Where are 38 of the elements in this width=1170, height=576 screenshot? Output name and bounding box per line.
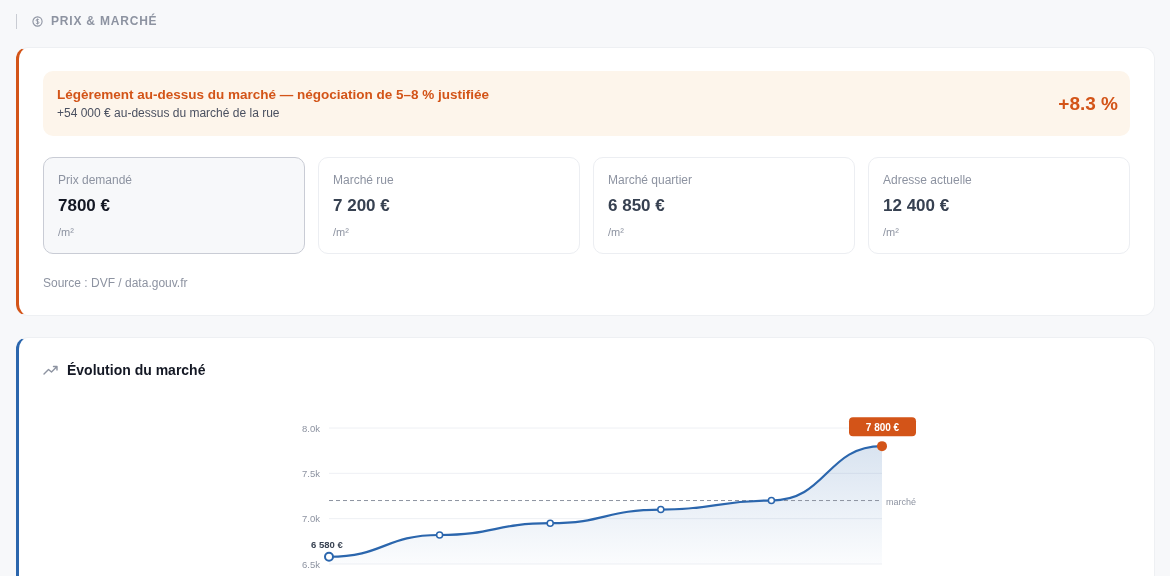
metric-label: Adresse actuelle [883, 173, 973, 187]
start-value-label: 6 580 € [311, 538, 343, 550]
start-point [324, 551, 334, 562]
dollar-coin-icon [32, 15, 43, 27]
y-tick-label: 7.5k [302, 467, 320, 479]
chart-title: Évolution du marché [67, 362, 206, 378]
metric-card[interactable]: Marché quartier 6 850 € /m² [593, 157, 855, 254]
metric-unit: /m² [333, 226, 350, 238]
metric-label: Marché rue [333, 173, 395, 187]
y-tick-label: 7.0k [302, 513, 320, 525]
data-point [767, 496, 776, 505]
verdict-detail: +54 000 € au-dessus du marché de la rue [57, 106, 281, 120]
metric-value: 6 850 € [608, 196, 666, 216]
delta-percent: +8.3 % [1058, 92, 1118, 115]
verdict-headline: Légèrement au-dessus du marché — négociation de 5–8 % justifiée [57, 87, 490, 102]
y-tick-label: 8.0k [302, 422, 320, 434]
metric-value: 12 400 € [883, 196, 951, 216]
data-point [546, 519, 554, 527]
metric-value: 7 200 € [333, 196, 391, 216]
metric-card[interactable]: Marché rue 7 200 € /m² [318, 157, 580, 254]
data-point [657, 505, 665, 514]
metric-card[interactable]: Adresse actuelle 12 400 € /m² [868, 157, 1130, 254]
metric-unit: /m² [883, 226, 900, 238]
metric-value: 7800 € [58, 196, 111, 216]
metric-unit: /m² [608, 226, 625, 238]
section-title: PRIX & MARCHÉ [51, 14, 158, 28]
source-note: Source : DVF / data.gouv.fr [43, 276, 188, 290]
end-point [877, 441, 887, 452]
data-point [435, 531, 444, 539]
metric-label: Prix demandé [58, 173, 134, 187]
y-tick-label: 6.5k [302, 558, 320, 570]
annotation: 7 800 € [865, 421, 900, 433]
metric-unit: /m² [58, 226, 75, 238]
metric-card[interactable]: Prix demandé 7800 € /m² [43, 157, 305, 254]
trend-up-icon [43, 365, 59, 375]
reference-label: marché [886, 496, 916, 507]
end-value-badge: 7 800 € [849, 417, 916, 437]
metric-label: Marché quartier [608, 173, 694, 187]
